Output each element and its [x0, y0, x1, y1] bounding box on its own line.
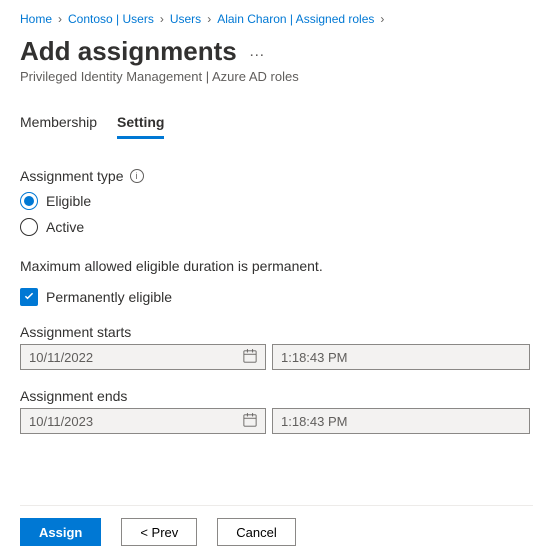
- chevron-right-icon: ›: [207, 12, 211, 26]
- ends-time-value: 1:18:43 PM: [281, 414, 348, 429]
- ends-date-value: 10/11/2023: [29, 414, 93, 429]
- permanently-eligible-label: Permanently eligible: [46, 289, 172, 305]
- info-icon[interactable]: i: [130, 169, 144, 183]
- radio-eligible-label: Eligible: [46, 193, 91, 209]
- ends-time-input[interactable]: 1:18:43 PM: [272, 408, 530, 434]
- starts-time-input[interactable]: 1:18:43 PM: [272, 344, 530, 370]
- footer-buttons: Assign < Prev Cancel: [20, 505, 533, 546]
- breadcrumb: Home › Contoso | Users › Users › Alain Char…: [20, 12, 533, 26]
- radio-active-label: Active: [46, 219, 84, 235]
- starts-date-value: 10/11/2022: [29, 350, 93, 365]
- breadcrumb-contoso-users[interactable]: Contoso | Users: [68, 12, 154, 26]
- breadcrumb-users[interactable]: Users: [170, 12, 201, 26]
- assignment-type-label: Assignment type: [20, 168, 124, 184]
- calendar-icon: [243, 349, 257, 366]
- radio-active[interactable]: Active: [20, 218, 533, 236]
- starts-time-value: 1:18:43 PM: [281, 350, 348, 365]
- assign-button[interactable]: Assign: [20, 518, 101, 546]
- breadcrumb-home[interactable]: Home: [20, 12, 52, 26]
- chevron-right-icon: ›: [58, 12, 62, 26]
- permanently-eligible-checkbox[interactable]: Permanently eligible: [20, 288, 533, 306]
- ends-date-input[interactable]: 10/11/2023: [20, 408, 266, 434]
- tabs: Membership Setting: [20, 114, 533, 140]
- chevron-right-icon: ›: [380, 12, 384, 26]
- checkmark-icon: [20, 288, 38, 306]
- more-actions-icon[interactable]: …: [249, 43, 265, 61]
- radio-eligible[interactable]: Eligible: [20, 192, 533, 210]
- assignment-starts-label: Assignment starts: [20, 324, 533, 340]
- chevron-right-icon: ›: [160, 12, 164, 26]
- starts-date-input[interactable]: 10/11/2022: [20, 344, 266, 370]
- duration-note: Maximum allowed eligible duration is per…: [20, 258, 533, 274]
- page-title: Add assignments: [20, 36, 237, 67]
- calendar-icon: [243, 413, 257, 430]
- assignment-ends-label: Assignment ends: [20, 388, 533, 404]
- breadcrumb-assigned-roles[interactable]: Alain Charon | Assigned roles: [217, 12, 374, 26]
- prev-button[interactable]: < Prev: [121, 518, 197, 546]
- tab-membership[interactable]: Membership: [20, 114, 97, 139]
- radio-icon: [20, 192, 38, 210]
- assignment-type-radio-group: Eligible Active: [20, 192, 533, 236]
- tab-setting[interactable]: Setting: [117, 114, 164, 139]
- cancel-button[interactable]: Cancel: [217, 518, 295, 546]
- radio-icon: [20, 218, 38, 236]
- page-subtitle: Privileged Identity Management | Azure A…: [20, 69, 533, 84]
